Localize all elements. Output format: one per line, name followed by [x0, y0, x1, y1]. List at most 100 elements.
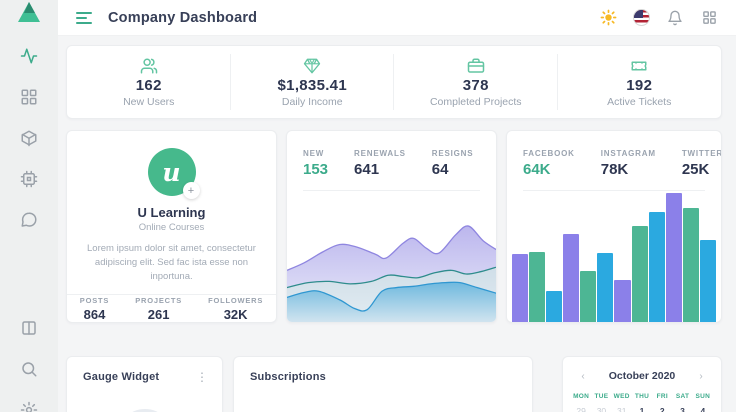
search-icon: [20, 360, 38, 378]
profile-stat-label: POSTS: [80, 296, 109, 305]
profile-bio: Lorem ipsum dolor sit amet, consectetur …: [81, 242, 262, 283]
sidebar: [0, 0, 58, 412]
metric-instagram: INSTAGRAM 78K: [601, 149, 656, 178]
stat-label: Active Tickets: [607, 96, 671, 108]
kebab-menu-icon[interactable]: ⋮: [196, 373, 208, 381]
profile-stat-followers: FOLLOWERS 32K: [208, 296, 263, 322]
stat-value: 192: [626, 77, 652, 94]
page-title: Company Dashboard: [108, 10, 257, 26]
grid-icon: [20, 88, 38, 106]
metric-value: 153: [303, 161, 328, 178]
metric-value: 25K: [682, 161, 722, 178]
day-header: TUE: [591, 393, 611, 400]
metric-label: RESIGNS: [432, 149, 474, 158]
theme-sun-icon[interactable]: [599, 9, 617, 27]
day-header: THU: [632, 393, 652, 400]
bar-chart: [507, 192, 721, 322]
stat-label: Daily Income: [282, 96, 343, 108]
profile-stat-label: FOLLOWERS: [208, 296, 263, 305]
stat-label: Completed Projects: [430, 96, 522, 108]
sidebar-item-layout[interactable]: [19, 318, 39, 338]
calendar-card: ‹ October 2020 › MON TUE WED THU FRI SAT…: [562, 356, 722, 412]
sidebar-item-activity[interactable]: [19, 46, 39, 66]
calendar-day-headers: MON TUE WED THU FRI SAT SUN: [563, 393, 721, 400]
sidebar-item-system[interactable]: [19, 169, 39, 189]
subscriptions-card-title: Subscriptions: [250, 371, 326, 383]
bar-7: [614, 280, 630, 322]
stat-value: 378: [463, 77, 489, 94]
profile-stat-value: 32K: [208, 307, 263, 322]
stat-label: New Users: [123, 96, 174, 108]
briefcase-icon: [467, 57, 485, 75]
stat-new-users[interactable]: 162 New Users: [67, 46, 231, 118]
add-follow-button[interactable]: +: [183, 182, 200, 199]
calendar-date[interactable]: 3: [672, 406, 692, 412]
metric-value: 64K: [523, 161, 575, 178]
stat-value: $1,835.41: [278, 77, 347, 94]
social-metrics: FACEBOOK 64K INSTAGRAM 78K TWITTER 25K: [507, 131, 721, 190]
activity-icon: [20, 47, 38, 65]
sidebar-item-messages[interactable]: [19, 210, 39, 230]
apps-grid-icon[interactable]: [700, 9, 718, 27]
cube-icon: [20, 129, 38, 147]
bar-3: [546, 291, 562, 322]
subscriptions-card: Subscriptions 800: [233, 356, 533, 412]
metric-label: NEW: [303, 149, 328, 158]
subscribers-trend-card: NEW 153 RENEWALS 641 RESIGNS 64: [286, 130, 497, 323]
language-flag-icon[interactable]: [633, 9, 650, 26]
profile-subtitle: Online Courses: [139, 222, 204, 233]
social-reach-card: FACEBOOK 64K INSTAGRAM 78K TWITTER 25K: [506, 130, 722, 323]
hamburger-menu-icon[interactable]: [76, 12, 94, 24]
bar-11: [683, 208, 699, 322]
calendar-month-label: October 2020: [589, 370, 695, 382]
calendar-date[interactable]: 4: [693, 406, 713, 412]
profile-stats: POSTS 864 PROJECTS 261 FOLLOWERS 32K: [67, 294, 276, 322]
metric-renewals: RENEWALS 641: [354, 149, 406, 178]
profile-stat-projects: PROJECTS 261: [135, 296, 182, 322]
calendar-next-icon[interactable]: ›: [695, 371, 707, 382]
layout-icon: [20, 319, 38, 337]
metric-label: INSTAGRAM: [601, 149, 656, 158]
bar-9: [649, 212, 665, 323]
bar-10: [666, 193, 682, 322]
bar-5: [580, 271, 596, 322]
bar-8: [632, 226, 648, 322]
gauge-widget-card: Gauge Widget ⋮: [66, 356, 223, 412]
sidebar-item-dashboard[interactable]: [19, 87, 39, 107]
cpu-icon: [20, 170, 38, 188]
calendar-date[interactable]: 31: [612, 406, 632, 412]
app-logo[interactable]: [0, 0, 58, 24]
stat-active-tickets[interactable]: 192 Active Tickets: [558, 46, 722, 118]
bar-1: [512, 254, 528, 322]
bar-2: [529, 252, 545, 322]
day-header: SAT: [672, 393, 692, 400]
sidebar-item-search[interactable]: [19, 359, 39, 379]
header: Company Dashboard: [58, 0, 736, 36]
users-icon: [140, 57, 158, 75]
bar-6: [597, 253, 613, 322]
metric-value: 78K: [601, 161, 656, 178]
bar-4: [563, 234, 579, 322]
diamond-icon: [303, 57, 321, 75]
calendar-dates-row: 29 30 31 1 2 3 4: [563, 406, 721, 412]
calendar-prev-icon[interactable]: ‹: [577, 371, 589, 382]
chat-icon: [20, 211, 38, 229]
profile-stat-value: 261: [135, 307, 182, 322]
profile-avatar: u +: [148, 148, 196, 196]
calendar-date[interactable]: 1: [632, 406, 652, 412]
sidebar-item-packages[interactable]: [19, 128, 39, 148]
notifications-bell-icon[interactable]: [666, 9, 684, 27]
calendar-date[interactable]: 29: [571, 406, 591, 412]
profile-name: U Learning: [138, 205, 206, 220]
divider: [523, 190, 705, 191]
stat-daily-income[interactable]: $1,835.41 Daily Income: [231, 46, 395, 118]
calendar-date[interactable]: 2: [652, 406, 672, 412]
stat-completed-projects[interactable]: 378 Completed Projects: [394, 46, 558, 118]
area-chart: [287, 199, 496, 322]
metric-twitter: TWITTER 25K: [682, 149, 722, 178]
metric-label: FACEBOOK: [523, 149, 575, 158]
metric-label: RENEWALS: [354, 149, 406, 158]
sidebar-nav: [19, 46, 39, 412]
calendar-date[interactable]: 30: [591, 406, 611, 412]
sidebar-item-settings[interactable]: [19, 400, 39, 412]
